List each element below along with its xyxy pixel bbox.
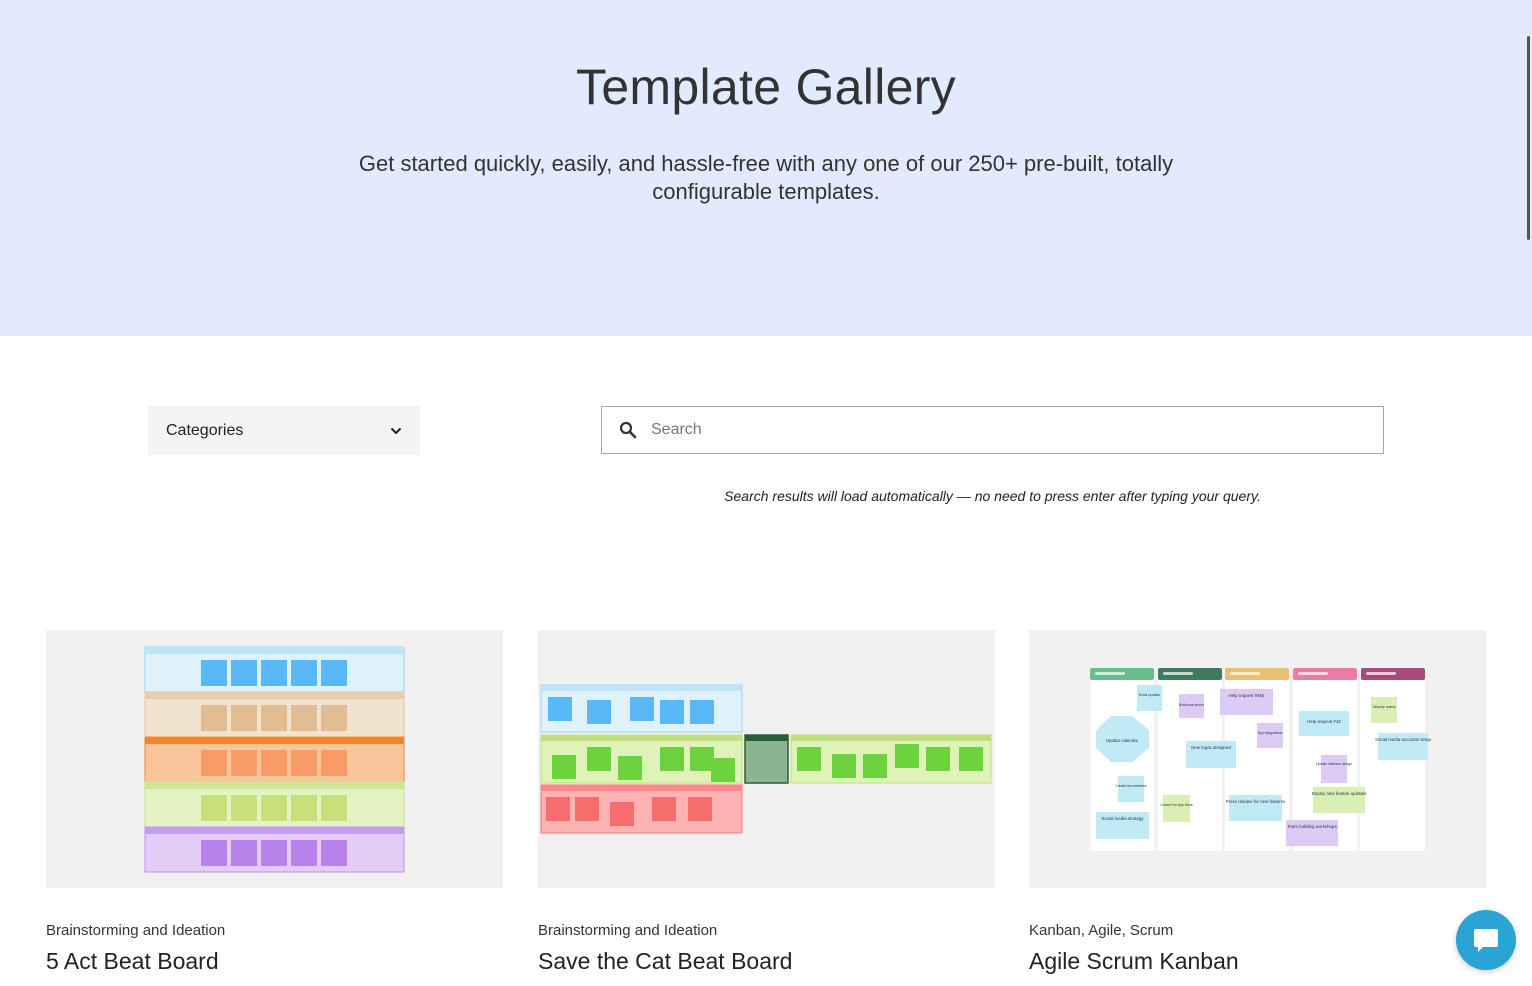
note-text: Deploy new feature updates — [1312, 791, 1367, 796]
categories-dropdown[interactable]: Categories — [148, 406, 420, 455]
card-title[interactable]: Save the Cat Beat Board — [538, 948, 995, 975]
note-text: Social media accounts setup — [1375, 737, 1431, 742]
note-text: Press release for new features — [1226, 799, 1286, 804]
note-text: Update calendar — [1106, 738, 1139, 743]
chat-bubble-icon — [1474, 929, 1498, 952]
note-text: Help request #456 — [1229, 693, 1265, 698]
note-text: Create new interface — [1115, 784, 1146, 788]
note-text: Security review — [1373, 705, 1397, 709]
categories-label: Categories — [166, 421, 244, 439]
search-hint: Search results will load automatically —… — [724, 488, 1261, 504]
agile-kanban-preview: Update calendar Email updates Build new … — [1090, 668, 1432, 851]
card-category: Brainstorming and Ideation — [46, 922, 226, 939]
search-box[interactable] — [601, 406, 1384, 454]
note-text: New logos designed — [1191, 745, 1231, 750]
page-title: Template Gallery — [576, 59, 956, 115]
page-subtitle: Get started quickly, easily, and hassle-… — [358, 151, 1174, 204]
card-category: Brainstorming and Ideation — [538, 922, 718, 939]
card-title[interactable]: Agile Scrum Kanban — [1029, 948, 1486, 975]
note-text: App integrations — [1258, 731, 1283, 735]
template-card[interactable]: Brainstorming and Ideation Save the Cat … — [538, 630, 995, 975]
note-text: Update interface design — [1316, 762, 1352, 766]
beat-board-preview — [144, 646, 405, 873]
template-thumbnail[interactable]: Update calendar Email updates Build new … — [1029, 630, 1486, 888]
chat-button[interactable] — [1456, 910, 1516, 970]
note-text: Help request #43 — [1307, 719, 1341, 724]
note-text: Content for App Store — [1160, 803, 1193, 807]
search-icon — [619, 421, 637, 439]
card-title[interactable]: 5 Act Beat Board — [46, 948, 503, 975]
save-the-cat-preview — [540, 684, 992, 834]
template-thumbnail[interactable] — [538, 630, 995, 888]
scrollbar-thumb[interactable] — [1527, 36, 1530, 240]
template-card[interactable]: Update calendar Email updates Build new … — [1029, 630, 1486, 975]
hero-banner: Template Gallery Get started quickly, ea… — [0, 0, 1532, 336]
note-text: Social media strategy — [1102, 816, 1145, 821]
card-category: Kanban, Agile, Scrum — [1029, 922, 1174, 939]
note-text: Team building workshops — [1287, 824, 1337, 829]
note-text: Build new server — [1179, 703, 1205, 707]
note-text: Email updates — [1139, 693, 1161, 697]
template-card[interactable]: Brainstorming and Ideation 5 Act Beat Bo… — [46, 630, 503, 975]
template-thumbnail[interactable] — [46, 630, 503, 888]
search-input[interactable] — [649, 420, 1353, 440]
chevron-down-icon — [390, 427, 402, 434]
